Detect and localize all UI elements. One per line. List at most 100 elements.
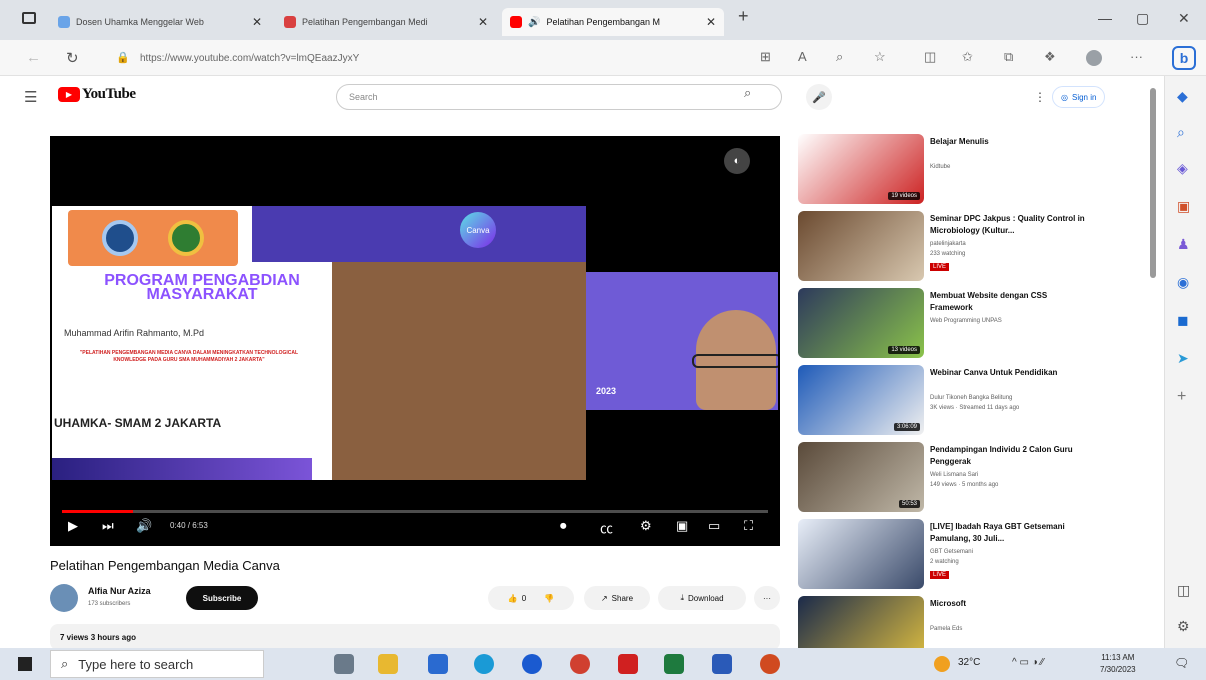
tab-actions-icon[interactable]: [22, 12, 36, 24]
recommendation-title[interactable]: Pendampingan Individu 2 Calon Guru Pengg…: [930, 444, 1090, 468]
back-icon[interactable]: ←: [26, 49, 41, 66]
recommendation-item[interactable]: Seminar DPC Jakpus : Quality Control in …: [798, 211, 1154, 285]
share-button[interactable]: ↗ Share: [584, 586, 650, 610]
recommendation-channel[interactable]: Pamela Eds: [930, 626, 962, 632]
recommendation-item[interactable]: 13 videos Membuat Website dengan CSS Fram…: [798, 288, 1154, 362]
recommendation-thumbnail[interactable]: 3:06:09: [798, 365, 924, 435]
shopping-icon[interactable]: ◈: [1177, 160, 1188, 177]
recommendation-thumbnail[interactable]: 50:53: [798, 442, 924, 512]
theater-mode-icon[interactable]: ▭: [708, 518, 720, 534]
tab-1[interactable]: Dosen Uhamka Menggelar Web ✕: [50, 8, 270, 36]
acrobat-icon[interactable]: [618, 654, 638, 674]
recommendation-channel[interactable]: patelinjakarta: [930, 241, 966, 247]
description-box[interactable]: 7 views 3 hours ago: [50, 624, 780, 650]
read-aloud-icon[interactable]: A: [798, 49, 807, 64]
file-explorer-icon[interactable]: [378, 654, 398, 674]
close-window-icon[interactable]: ✕: [1178, 10, 1190, 27]
recommendation-thumbnail[interactable]: 13 videos: [798, 288, 924, 358]
youtube-logo[interactable]: ▶ YouTube: [58, 86, 136, 103]
collections-icon[interactable]: ⧉: [1004, 49, 1013, 65]
channel-name[interactable]: Alfia Nur Aziza: [88, 586, 151, 596]
windows-start-icon[interactable]: [18, 657, 32, 671]
close-icon[interactable]: ✕: [252, 15, 262, 29]
audio-playing-icon[interactable]: 🔊: [528, 17, 540, 28]
settings-gear-icon[interactable]: ⚙: [1177, 618, 1190, 635]
close-icon[interactable]: ✕: [478, 15, 488, 29]
clock[interactable]: 11:13 AM 7/30/2023: [1100, 652, 1136, 676]
profile-avatar-icon[interactable]: [1086, 50, 1102, 66]
sign-in-button[interactable]: ◎ Sign in: [1052, 86, 1106, 108]
annotation-toggle-icon[interactable]: ◐: [724, 148, 750, 174]
split-screen-icon[interactable]: ◫: [924, 49, 936, 65]
volume-icon[interactable]: 🔊: [136, 518, 152, 534]
bing-chat-icon[interactable]: b: [1172, 46, 1196, 70]
recommendation-title[interactable]: Microsoft: [930, 598, 1090, 610]
more-actions-button[interactable]: ···: [754, 586, 780, 610]
autoplay-toggle-icon[interactable]: ⏺: [560, 518, 567, 534]
settings-dots-icon[interactable]: ⋮: [1034, 90, 1046, 104]
notification-icon[interactable]: 🗨: [1174, 656, 1189, 670]
powerpoint-icon[interactable]: [760, 654, 780, 674]
video-player[interactable]: Canva PROGRAM PENGABDIAN MASYARAKAT Muha…: [50, 136, 780, 546]
tools-icon[interactable]: ▣: [1177, 198, 1190, 215]
tab-3-active[interactable]: 🔊 Pelatihan Pengembangan M ✕: [502, 8, 724, 36]
recommendation-item[interactable]: 3:06:09 Webinar Canva Untuk Pendidikan Dul…: [798, 365, 1154, 439]
miniplayer-icon[interactable]: ▣: [676, 518, 688, 534]
close-icon[interactable]: ✕: [706, 15, 716, 29]
search-input[interactable]: Search: [336, 84, 782, 110]
store-icon[interactable]: [428, 654, 448, 674]
outlook-icon[interactable]: ◼: [1177, 312, 1189, 329]
favorite-star-icon[interactable]: ☆: [874, 49, 886, 65]
channel-avatar[interactable]: [50, 584, 78, 612]
games-icon[interactable]: ♟: [1177, 236, 1190, 253]
settings-gear-icon[interactable]: ⚙: [640, 518, 652, 534]
add-icon[interactable]: +: [1177, 388, 1186, 406]
next-icon[interactable]: ⏭: [102, 518, 114, 534]
refresh-icon[interactable]: ↻: [66, 49, 79, 67]
recommendation-title[interactable]: [LIVE] Ibadah Raya GBT Getsemani Pamulan…: [930, 521, 1090, 545]
extensions-icon[interactable]: ❖: [1044, 49, 1056, 65]
more-icon[interactable]: ···: [1130, 49, 1143, 64]
tray-icons[interactable]: ^ ▭ ◑ ⁄⁄: [1012, 657, 1044, 668]
subscribe-button[interactable]: Subscribe: [186, 586, 258, 610]
favorites-icon[interactable]: ✩: [962, 49, 973, 65]
url-field[interactable]: https://www.youtube.com/watch?v=lmQEaazJ…: [140, 48, 740, 68]
tab-2[interactable]: Pelatihan Pengembangan Medi ✕: [276, 8, 496, 36]
maximize-icon[interactable]: ▢: [1136, 10, 1149, 27]
word-icon[interactable]: [712, 654, 732, 674]
recommendation-title[interactable]: Webinar Canva Untuk Pendidikan: [930, 367, 1090, 379]
bookmark-icon[interactable]: ◆: [1177, 88, 1188, 105]
recommendation-item[interactable]: [LIVE] Ibadah Raya GBT Getsemani Pamulan…: [798, 519, 1154, 593]
recommendation-thumbnail[interactable]: [798, 519, 924, 589]
captions-icon[interactable]: ㏄: [600, 518, 613, 537]
new-tab-icon[interactable]: +: [738, 6, 749, 27]
like-icon[interactable]: 👍: [508, 594, 518, 603]
play-icon[interactable]: ▶: [68, 518, 78, 534]
hamburger-menu-icon[interactable]: ☰: [24, 88, 37, 106]
progress-bar[interactable]: [62, 510, 768, 513]
recommendation-title[interactable]: Membuat Website dengan CSS Framework: [930, 290, 1090, 314]
recommendation-thumbnail[interactable]: [798, 211, 924, 281]
microphone-icon[interactable]: 🎤: [806, 84, 832, 110]
recommendation-channel[interactable]: Kidtube: [930, 164, 950, 170]
recommendation-title[interactable]: Seminar DPC Jakpus : Quality Control in …: [930, 213, 1090, 237]
recommendation-channel[interactable]: GBT Getsemani: [930, 549, 973, 555]
search-icon[interactable]: ⌕: [1177, 124, 1185, 141]
download-button[interactable]: ⤓ Download: [658, 586, 746, 610]
edge-icon[interactable]: [474, 654, 494, 674]
dislike-icon[interactable]: 👎: [544, 594, 554, 603]
app-available-icon[interactable]: ⊞: [760, 49, 771, 65]
sidebar-toggle-icon[interactable]: ◫: [1177, 582, 1190, 599]
recommendation-item[interactable]: 50:53 Pendampingan Individu 2 Calon Guru …: [798, 442, 1154, 516]
fullscreen-icon[interactable]: ⛶: [744, 518, 753, 534]
office-icon[interactable]: ◉: [1177, 274, 1189, 291]
chrome-icon[interactable]: [570, 654, 590, 674]
zoom-icon[interactable]: ⌕: [836, 49, 843, 65]
task-view-icon[interactable]: [334, 654, 354, 674]
recommendation-title[interactable]: Belajar Menulis: [930, 136, 1090, 148]
recommendation-thumbnail[interactable]: 19 videos: [798, 134, 924, 204]
recommendation-channel[interactable]: Web Programming UNPAS: [930, 318, 1002, 324]
recommendation-channel[interactable]: Weli Lismana Sari: [930, 472, 978, 478]
page-scrollbar[interactable]: [1150, 88, 1156, 278]
recommendation-channel[interactable]: Dulur Tikoneh Bangka Belitung: [930, 395, 1012, 401]
